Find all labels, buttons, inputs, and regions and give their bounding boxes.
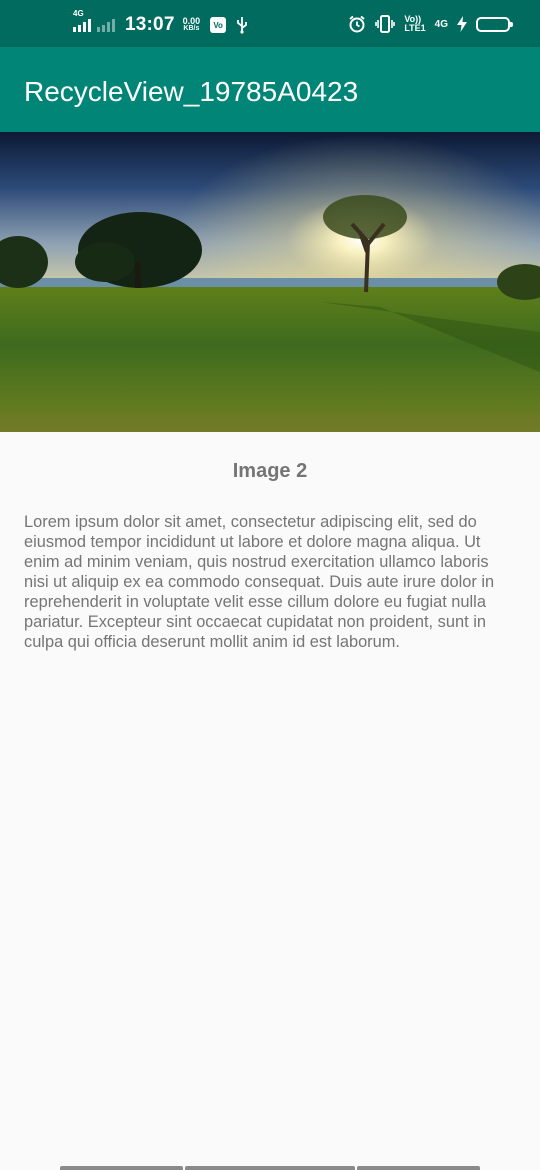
battery-icon: 51 bbox=[476, 16, 513, 32]
vibrate-icon bbox=[375, 15, 396, 33]
charging-icon bbox=[457, 16, 467, 32]
alarm-icon bbox=[349, 15, 365, 33]
signal-icon: 4G bbox=[73, 9, 91, 32]
landscape-image-icon bbox=[0, 132, 540, 432]
network-type-right: 4G bbox=[434, 18, 448, 30]
nav-gesture-segment[interactable] bbox=[185, 1166, 355, 1170]
item-title: Image 2 bbox=[232, 460, 308, 482]
signal-icon-sim2 bbox=[97, 18, 115, 32]
volte-indicator: Vo)) LTE1 bbox=[404, 14, 426, 33]
nav-gesture-segment[interactable] bbox=[60, 1166, 183, 1170]
volte-badge-icon: Vo bbox=[210, 17, 227, 33]
nav-gesture-segment[interactable] bbox=[357, 1166, 480, 1170]
status-bar: 4G 13:07 0.00 KB/s Vo Vo)) LTE1 4G 51 bbox=[0, 0, 540, 47]
network-type-label: 4G bbox=[73, 9, 84, 18]
app-title: RecycleView_19785A0423 bbox=[24, 76, 359, 107]
item-image bbox=[0, 132, 540, 432]
item-description: Lorem ipsum dolor sit amet, consectetur … bbox=[24, 513, 495, 651]
net-speed: 0.00 KB/s bbox=[182, 16, 201, 33]
app-bar: RecycleView_19785A0423 bbox=[0, 47, 540, 132]
clock: 13:07 bbox=[125, 14, 175, 35]
navigation-bar bbox=[0, 1166, 540, 1170]
usb-icon bbox=[237, 17, 248, 34]
